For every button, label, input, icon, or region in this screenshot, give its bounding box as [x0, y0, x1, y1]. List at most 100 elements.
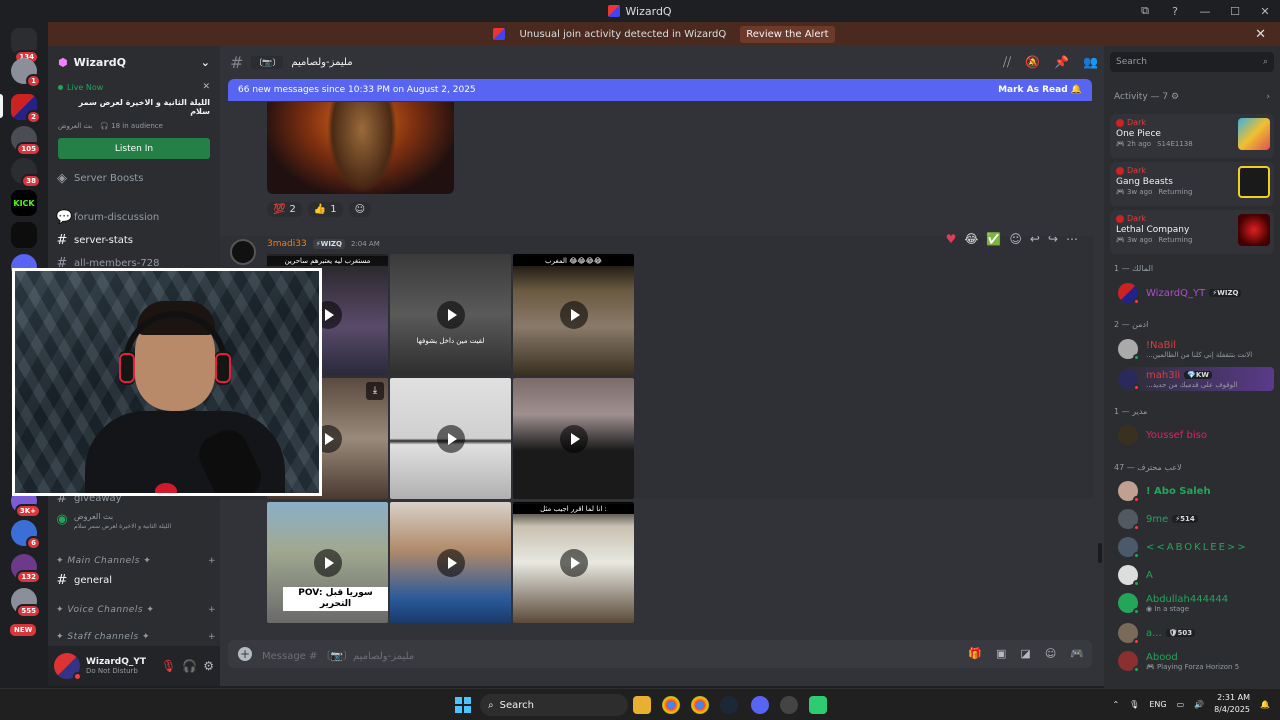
add-attachment-icon[interactable]: + — [238, 647, 252, 661]
file-explorer-icon[interactable] — [633, 696, 651, 714]
play-icon[interactable] — [559, 300, 588, 329]
reply-icon[interactable]: ↩ — [1030, 232, 1040, 246]
check-reaction-icon[interactable]: ✅ — [986, 232, 1001, 246]
add-channel-icon[interactable]: + — [208, 605, 216, 615]
server-icon-9[interactable]: 6 — [11, 520, 41, 550]
notification-bell-icon[interactable]: 🔕 — [1025, 55, 1040, 70]
video-attachment-5[interactable] — [390, 378, 511, 499]
laugh-reaction-icon[interactable]: 😂 — [964, 232, 978, 246]
gear-icon[interactable]: ⚙ — [203, 659, 214, 673]
channel-general[interactable]: # general — [56, 570, 216, 590]
message-placeholder[interactable]: Message # 〔📷〕مليمز-ولصاميم — [262, 647, 414, 662]
activity-header[interactable]: Activity — 7 ⚙ › — [1114, 92, 1270, 102]
member-item[interactable]: mah3li 💎KW ...الوقوف على قدميك من جديد — [1118, 367, 1274, 391]
activity-card[interactable]: Dark Gang Beasts 🎮 3w ago Returning — [1110, 162, 1274, 206]
chevron-up-icon[interactable]: ⌃ — [1112, 700, 1119, 709]
stage-channel[interactable]: ◉ بث العروض الليلة الثانية و الاخيرة لعر… — [56, 512, 216, 542]
review-alert-button[interactable]: Review the Alert — [740, 25, 835, 43]
add-reaction-icon[interactable]: ☺ — [348, 202, 372, 217]
discord-icon[interactable] — [751, 696, 769, 714]
video-attachment-2[interactable]: لقيت مين داخل يشوفها — [390, 254, 511, 375]
chrome-icon[interactable] — [662, 696, 680, 714]
member-item[interactable]: WizardQ_YT ⚡WIZQ — [1118, 281, 1274, 305]
member-item[interactable]: ! Abo Saleh — [1118, 479, 1274, 503]
minimize-button[interactable]: — — [1190, 5, 1220, 18]
maximize-button[interactable]: ☐ — [1220, 5, 1250, 18]
play-icon[interactable] — [559, 548, 588, 577]
avatar[interactable] — [54, 653, 82, 681]
play-icon[interactable] — [436, 300, 465, 329]
help-icon[interactable]: ? — [1160, 5, 1190, 18]
activity-card[interactable]: Dark One Piece 🎮 2h ago S14E1138 — [1110, 114, 1274, 158]
close-alert-icon[interactable]: ✕ — [1255, 27, 1266, 42]
microphone-icon[interactable]: 🎙 — [1129, 700, 1139, 709]
add-reaction-icon[interactable]: ☺ — [1009, 232, 1022, 246]
emoji-icon[interactable]: ☺ — [1045, 647, 1056, 660]
sticker-icon[interactable]: ◪ — [1020, 647, 1030, 660]
notifications-icon[interactable]: 🔔 — [1260, 700, 1270, 709]
reaction-100[interactable]: 💯 2 — [267, 202, 302, 217]
server-icon-6[interactable] — [11, 222, 37, 248]
gif-icon[interactable]: ▣ — [996, 647, 1006, 660]
add-channel-icon[interactable]: + — [208, 632, 216, 642]
network-icon[interactable]: ▭ — [1177, 700, 1185, 709]
pip-icon[interactable]: ⧉ — [1130, 4, 1160, 18]
play-icon[interactable] — [436, 548, 465, 577]
new-badge[interactable]: NEW — [8, 622, 39, 638]
download-icon[interactable]: ⤓ — [366, 382, 384, 400]
new-messages-banner[interactable]: 66 new messages since 10:33 PM on August… — [228, 79, 1092, 101]
mute-icon[interactable]: 🎙 — [161, 659, 176, 673]
server-icon-1[interactable]: 1 — [11, 58, 41, 88]
server-icon-11[interactable]: 555 — [11, 588, 41, 618]
channel-server-stats[interactable]: # server-stats — [56, 230, 216, 250]
member-item[interactable]: A — [1118, 563, 1274, 587]
video-attachment-7[interactable]: POV: سوريا قبل التحرير — [267, 502, 388, 623]
scrollbar[interactable] — [1098, 543, 1102, 563]
member-item[interactable]: 9me ⚡514 — [1118, 507, 1274, 531]
member-item[interactable]: <<ABOKLEE>> — [1118, 535, 1274, 559]
category-voice-channels[interactable]: ✦ Voice Channels ✦ + — [56, 600, 216, 620]
video-attachment-9[interactable]: انا لما اقرر اجيب مثل : — [513, 502, 634, 623]
message-author[interactable]: 3madi33 — [267, 239, 307, 249]
message-input[interactable]: + Message # 〔📷〕مليمز-ولصاميم 🎁 ▣ ◪ ☺ 🎮 — [228, 640, 1092, 668]
video-attachment-8[interactable] — [390, 502, 511, 623]
reaction-thumbs-up[interactable]: 👍 1 — [307, 202, 343, 217]
clock[interactable]: 2:31 AM 8/4/2025 — [1214, 692, 1250, 716]
activities-icon[interactable]: 🎮 — [1070, 647, 1084, 660]
pin-icon[interactable]: 📌 — [1054, 55, 1069, 70]
kick-server-icon[interactable]: KICK — [11, 190, 37, 216]
close-window-button[interactable]: ✕ — [1250, 5, 1280, 18]
listen-in-button[interactable]: Listen In — [58, 138, 210, 159]
mark-as-read-button[interactable]: Mark As Read 🔔 — [998, 85, 1082, 95]
member-item[interactable]: Abood 🎮 Playing Forza Horizon 5 — [1118, 649, 1274, 673]
member-item[interactable]: !NaBil ...الانت بتتقفلة إني كلنا من الظال… — [1118, 337, 1274, 361]
deafen-icon[interactable]: 🎧 — [182, 659, 197, 673]
server-header[interactable]: ⬢ WizardQ ⌄ — [48, 46, 220, 78]
server-icon-10[interactable]: 132 — [11, 554, 41, 584]
heart-reaction-icon[interactable]: ♥ — [946, 232, 957, 246]
activity-card[interactable]: Dark Lethal Company 🎮 3w ago Returning — [1110, 210, 1274, 254]
chrome-icon[interactable] — [691, 696, 709, 714]
category-staff-channels[interactable]: ✦ Staff channels ✦ + — [56, 627, 216, 647]
language-indicator[interactable]: ENG — [1149, 700, 1166, 709]
close-live-icon[interactable]: ✕ — [202, 82, 210, 92]
forward-icon[interactable]: ↪ — [1048, 232, 1058, 246]
search-input[interactable]: Search ⌕ — [1110, 52, 1274, 72]
member-list-icon[interactable]: 👥 — [1083, 55, 1098, 70]
volume-icon[interactable]: 🔊 — [1194, 700, 1204, 709]
direct-messages-icon[interactable]: 134 — [11, 28, 39, 64]
server-boosts-item[interactable]: ◈ Server Boosts — [56, 168, 216, 188]
taskbar-search[interactable]: ⌕ Search — [480, 694, 628, 716]
server-icon-wizardq[interactable]: 2 — [11, 94, 41, 124]
video-attachment-6[interactable] — [513, 378, 634, 499]
chevron-down-icon[interactable]: ⌄ — [201, 56, 210, 69]
chevron-right-icon[interactable]: › — [1266, 92, 1270, 102]
play-icon[interactable] — [559, 424, 588, 453]
channel-forum-discussion[interactable]: 💬 forum-discussion — [56, 207, 216, 227]
more-options-icon[interactable]: ⋯ — [1066, 232, 1078, 246]
image-attachment[interactable] — [267, 102, 454, 194]
start-menu-icon[interactable] — [455, 697, 471, 713]
member-item[interactable]: Youssef biso — [1118, 423, 1274, 447]
server-icon-3[interactable]: 105 — [11, 126, 41, 156]
server-icon-4[interactable]: 38 — [11, 158, 41, 188]
